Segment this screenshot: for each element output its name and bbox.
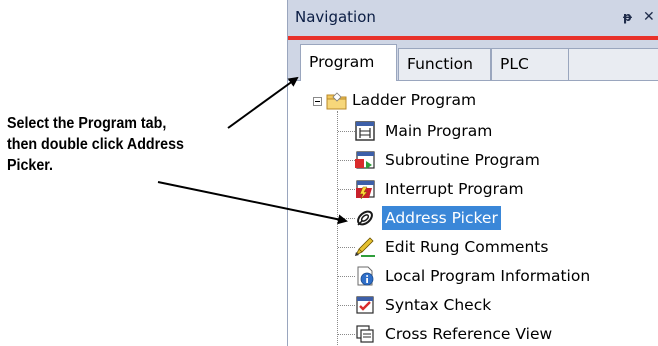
- tree-item-label: Address Picker: [382, 206, 501, 230]
- callout-line-3: Picker.: [7, 157, 53, 174]
- tree-item-label: Syntax Check: [385, 296, 492, 314]
- subroutine-program-icon: [355, 151, 375, 169]
- syntax-check-icon: [356, 296, 374, 314]
- tab-program[interactable]: Program: [300, 44, 397, 81]
- program-information-icon: [357, 266, 374, 286]
- tree-item-edit-rung-comments[interactable]: Edit Rung Comments: [288, 234, 658, 262]
- interrupt-program-icon: [356, 180, 375, 200]
- close-icon[interactable]: ✕: [643, 8, 655, 26]
- navigation-panel: Navigation ᵽ ✕ Program Function PLC Ladd…: [287, 0, 658, 346]
- instruction-callout: Select the Program tab, then double clic…: [7, 113, 228, 176]
- tree-item-label: Interrupt Program: [385, 180, 524, 198]
- pin-icon[interactable]: ᵽ: [623, 8, 632, 26]
- cross-reference-icon: [356, 325, 374, 343]
- tree-item-local-program-information[interactable]: Local Program Information: [288, 263, 658, 291]
- callout-line-1: Select the Program tab,: [7, 115, 167, 132]
- panel-title-bar: Navigation ᵽ ✕: [288, 0, 658, 36]
- tab-function[interactable]: Function: [398, 48, 491, 80]
- callout-line-2: then double click Address: [7, 136, 184, 153]
- tree-item-interrupt-program[interactable]: Interrupt Program: [288, 176, 658, 204]
- tree-item-address-picker[interactable]: Address Picker: [288, 205, 658, 233]
- tree-item-cross-reference-view[interactable]: Cross Reference View: [288, 321, 658, 346]
- edit-rung-comments-icon: [355, 237, 375, 257]
- tree-root-ladder-program[interactable]: Ladder Program: [288, 91, 658, 115]
- address-picker-icon: [357, 210, 373, 226]
- tree-item-label: Subroutine Program: [385, 151, 540, 169]
- tree-item-subroutine-program[interactable]: Subroutine Program: [288, 147, 658, 175]
- main-program-icon: [355, 121, 375, 141]
- tree-item-label: Edit Rung Comments: [385, 238, 549, 256]
- tree-item-label: Local Program Information: [385, 267, 591, 285]
- tree-item-syntax-check[interactable]: Syntax Check: [288, 292, 658, 320]
- tree-root-label: Ladder Program: [352, 91, 477, 109]
- tree-item-main-program[interactable]: Main Program: [288, 118, 658, 146]
- tab-strip-filler: [569, 48, 658, 80]
- folder-icon: [326, 92, 347, 110]
- tree-item-label: Main Program: [385, 122, 493, 140]
- tree-item-label: Cross Reference View: [385, 325, 553, 343]
- tab-strip: Program Function PLC: [288, 40, 658, 81]
- collapse-icon[interactable]: [313, 97, 322, 106]
- tab-plc[interactable]: PLC: [491, 48, 569, 80]
- panel-title: Navigation: [295, 8, 376, 26]
- program-tree: Ladder Program Main Program Subroutine P…: [288, 80, 658, 346]
